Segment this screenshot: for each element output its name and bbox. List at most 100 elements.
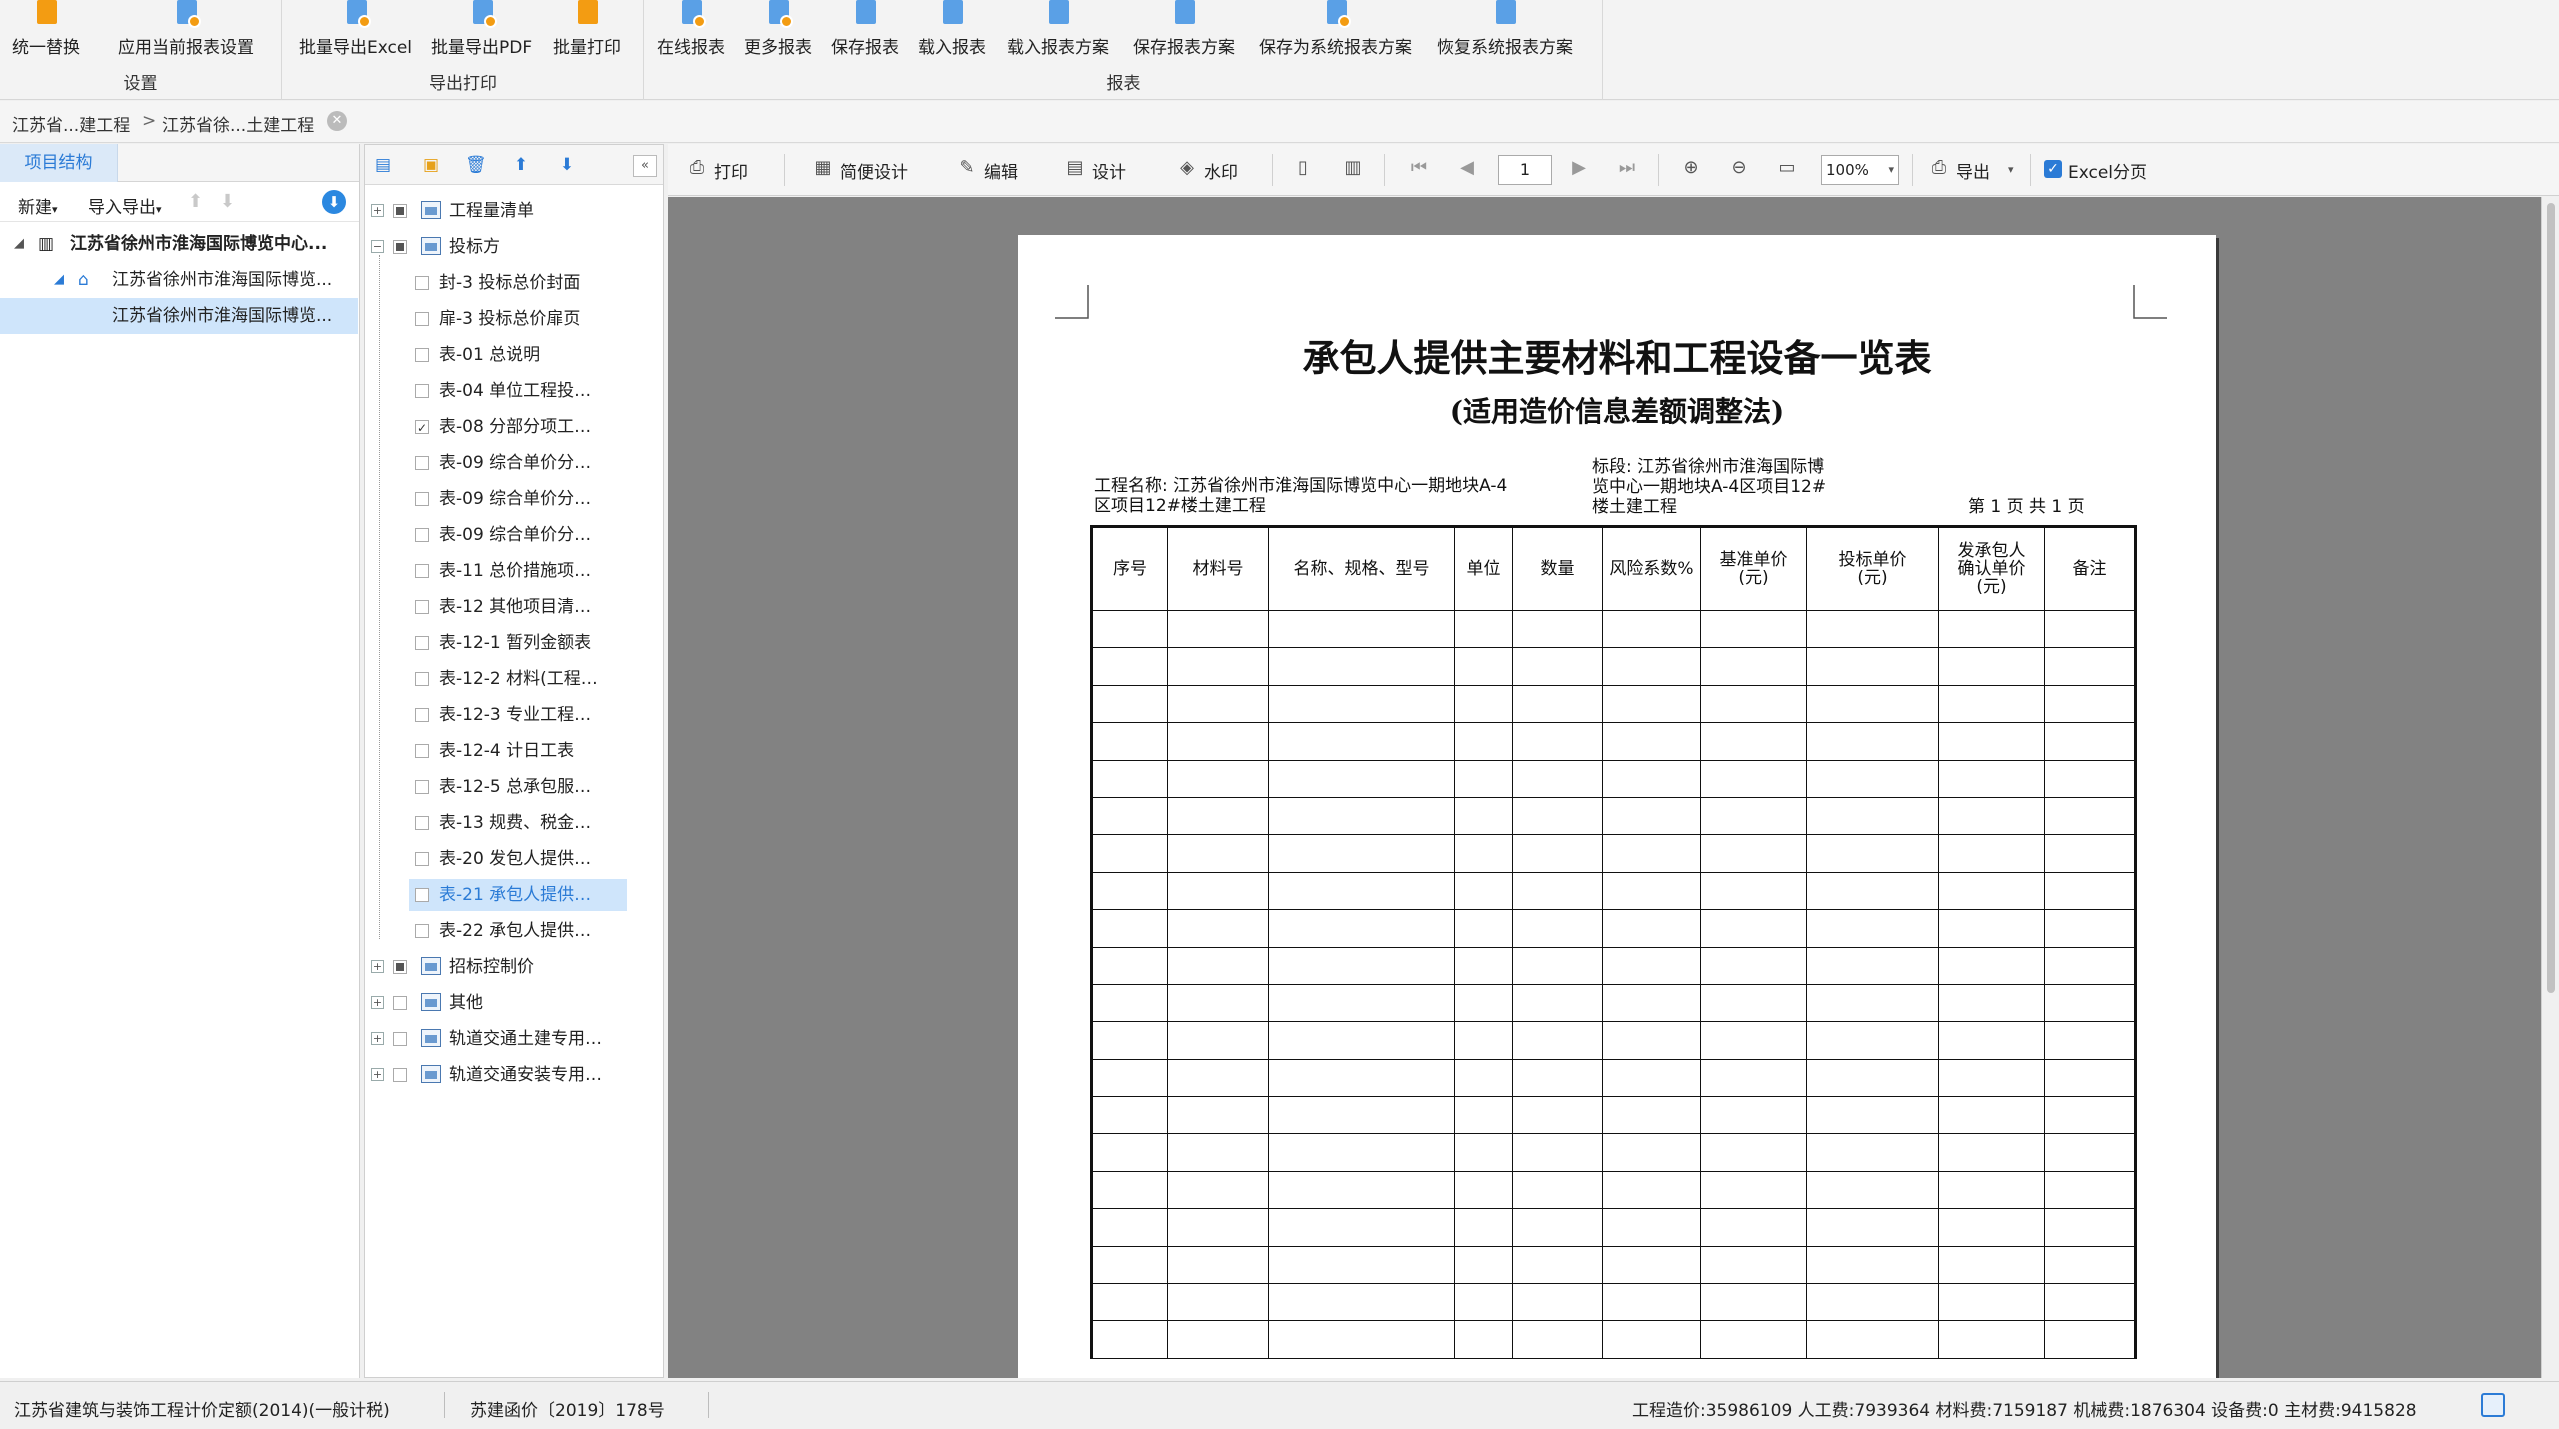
report-tree-folder[interactable]: + 轨道交通土建专用… <box>365 1021 661 1057</box>
report-tree-item[interactable]: 表-20 发包人提供… <box>365 841 661 877</box>
report-tree-item[interactable]: 扉-3 投标总价扉页 <box>365 301 661 337</box>
next-page-icon[interactable]: ▶ <box>1568 157 1590 179</box>
report-tree-item[interactable]: 表-22 承包人提供… <box>365 913 661 949</box>
move-down-icon[interactable]: ⬇ <box>557 155 577 175</box>
checkbox[interactable] <box>415 276 429 290</box>
move-down-icon[interactable]: ⬇ <box>220 191 235 212</box>
move-up-icon[interactable]: ⬆ <box>188 191 203 212</box>
expand-icon[interactable]: + <box>371 204 384 217</box>
report-tree-folder[interactable]: + 工程量清单 <box>365 193 661 229</box>
report-tree-folder[interactable]: + 其他 <box>365 985 661 1021</box>
checkbox[interactable] <box>415 348 429 362</box>
checkbox[interactable] <box>415 744 429 758</box>
save-report-button[interactable]: 保存报表 <box>831 0 899 62</box>
report-tree-folder[interactable]: − 投标方 <box>365 229 661 265</box>
prev-page-icon[interactable]: ◀ <box>1456 157 1478 179</box>
print-button[interactable]: 打印 <box>714 158 748 183</box>
online-report-button[interactable]: 在线报表 <box>657 0 725 62</box>
unify-replace-button[interactable]: 统一替换 <box>12 0 80 62</box>
collapse-icon[interactable]: − <box>371 240 384 253</box>
close-icon[interactable]: ✕ <box>327 111 347 131</box>
checkbox[interactable] <box>393 240 407 254</box>
layout-icon[interactable] <box>2481 1393 2505 1417</box>
two-page-icon[interactable]: ▥ <box>1342 157 1364 179</box>
report-tree-folder[interactable]: + 轨道交通安装专用… <box>365 1057 661 1093</box>
load-report-button[interactable]: 载入报表 <box>918 0 986 62</box>
checkbox[interactable] <box>415 924 429 938</box>
last-page-icon[interactable]: ⏭ <box>1616 157 1638 179</box>
expand-icon[interactable]: + <box>371 996 384 1009</box>
report-tree-item[interactable]: 表-01 总说明 <box>365 337 661 373</box>
project-tree-item-selected[interactable]: 江苏省徐州市淮海国际博览... <box>0 298 358 334</box>
save-report-scheme-button[interactable]: 保存报表方案 <box>1133 0 1235 62</box>
vertical-scrollbar[interactable] <box>2541 197 2559 1378</box>
report-tree-item[interactable]: 表-09 综合单价分… <box>365 517 661 553</box>
batch-export-pdf-button[interactable]: 批量导出PDF <box>431 0 532 62</box>
collapse-panel-icon[interactable]: « <box>633 155 657 177</box>
report-tree-item[interactable]: 表-12-1 暂列金额表 <box>365 625 661 661</box>
report-tree-item[interactable]: 表-12 其他项目清… <box>365 589 661 625</box>
add-folder-icon[interactable]: ▣ <box>421 155 441 175</box>
restore-system-scheme-button[interactable]: 恢复系统报表方案 <box>1437 0 1573 62</box>
more-reports-button[interactable]: 更多报表 <box>744 0 812 62</box>
checkbox[interactable] <box>415 852 429 866</box>
delete-icon[interactable]: 🗑 <box>465 155 487 175</box>
save-as-system-scheme-button[interactable]: 保存为系统报表方案 <box>1259 0 1412 62</box>
batch-export-excel-button[interactable]: 批量导出Excel <box>299 0 412 62</box>
checkbox[interactable] <box>415 410 429 446</box>
download-icon[interactable]: ⬇ <box>322 190 346 214</box>
report-tree-folder[interactable]: + 招标控制价 <box>365 949 661 985</box>
report-tree-item[interactable]: 表-09 综合单价分… <box>365 481 661 517</box>
report-tree-item[interactable]: 表-12-2 材料(工程… <box>365 661 661 697</box>
report-tree-item[interactable]: 表-21 承包人提供… <box>365 877 661 913</box>
report-tree-item[interactable]: 表-04 单位工程投… <box>365 373 661 409</box>
breadcrumb-item[interactable]: 江苏省...建工程 <box>12 111 130 136</box>
fit-page-icon[interactable]: ▭ <box>1776 157 1798 179</box>
batch-print-button[interactable]: 批量打印 <box>553 0 621 62</box>
report-tree-item[interactable]: 表-12-4 计日工表 <box>365 733 661 769</box>
checkbox[interactable] <box>415 600 429 614</box>
checkbox[interactable] <box>415 708 429 722</box>
checkbox[interactable] <box>415 780 429 794</box>
move-up-icon[interactable]: ⬆ <box>511 155 531 175</box>
chevron-down-icon[interactable]: ▾ <box>2008 163 2014 176</box>
single-page-icon[interactable]: ▯ <box>1292 157 1314 179</box>
zoom-out-icon[interactable]: ⊖ <box>1728 157 1750 179</box>
apply-report-settings-button[interactable]: 应用当前报表设置 <box>118 0 254 62</box>
project-tree-item[interactable]: ◢ ⌂ 江苏省徐州市淮海国际博览... <box>0 262 358 298</box>
expand-icon[interactable]: + <box>371 1068 384 1081</box>
tab-project-structure[interactable]: 项目结构 <box>0 144 118 182</box>
checkbox[interactable] <box>415 456 429 470</box>
checkbox[interactable] <box>415 888 429 902</box>
checkbox[interactable] <box>393 1032 407 1046</box>
checkbox[interactable] <box>415 672 429 686</box>
checkbox[interactable] <box>415 636 429 650</box>
page-number-input[interactable]: 1 <box>1498 155 1552 185</box>
report-tree-item[interactable]: 表-08 分部分项工… <box>365 409 661 446</box>
expand-icon[interactable]: + <box>371 1032 384 1045</box>
checkbox[interactable] <box>415 528 429 542</box>
checkbox[interactable] <box>393 996 407 1010</box>
checkbox[interactable] <box>415 384 429 398</box>
zoom-in-icon[interactable]: ⊕ <box>1680 157 1702 179</box>
report-tree-item[interactable]: 表-11 总价措施项… <box>365 553 661 589</box>
watermark-button[interactable]: 水印 <box>1204 158 1238 183</box>
checkbox[interactable] <box>415 492 429 506</box>
checkbox[interactable] <box>393 1068 407 1082</box>
add-report-icon[interactable]: ▤ <box>373 155 393 175</box>
collapse-caret-icon[interactable]: ◢ <box>54 262 64 298</box>
excel-paging-checkbox[interactable]: ✓ <box>2044 160 2062 178</box>
new-button[interactable]: 新建▾ <box>18 193 58 218</box>
report-tree-item[interactable]: 表-09 综合单价分… <box>365 445 661 481</box>
expand-icon[interactable]: + <box>371 960 384 973</box>
zoom-select[interactable]: 100% ▾ <box>1821 155 1899 185</box>
simple-design-button[interactable]: 简便设计 <box>840 158 908 183</box>
design-button[interactable]: 设计 <box>1092 158 1126 183</box>
checkbox[interactable] <box>393 960 407 974</box>
checkbox[interactable] <box>415 312 429 326</box>
project-tree-root[interactable]: ◢ ▥ 江苏省徐州市淮海国际博览中心... <box>0 226 358 262</box>
scrollbar-thumb[interactable] <box>2547 203 2555 993</box>
report-tree-item[interactable]: 表-12-5 总承包服… <box>365 769 661 805</box>
checkbox[interactable] <box>415 816 429 830</box>
checkbox[interactable] <box>415 564 429 578</box>
